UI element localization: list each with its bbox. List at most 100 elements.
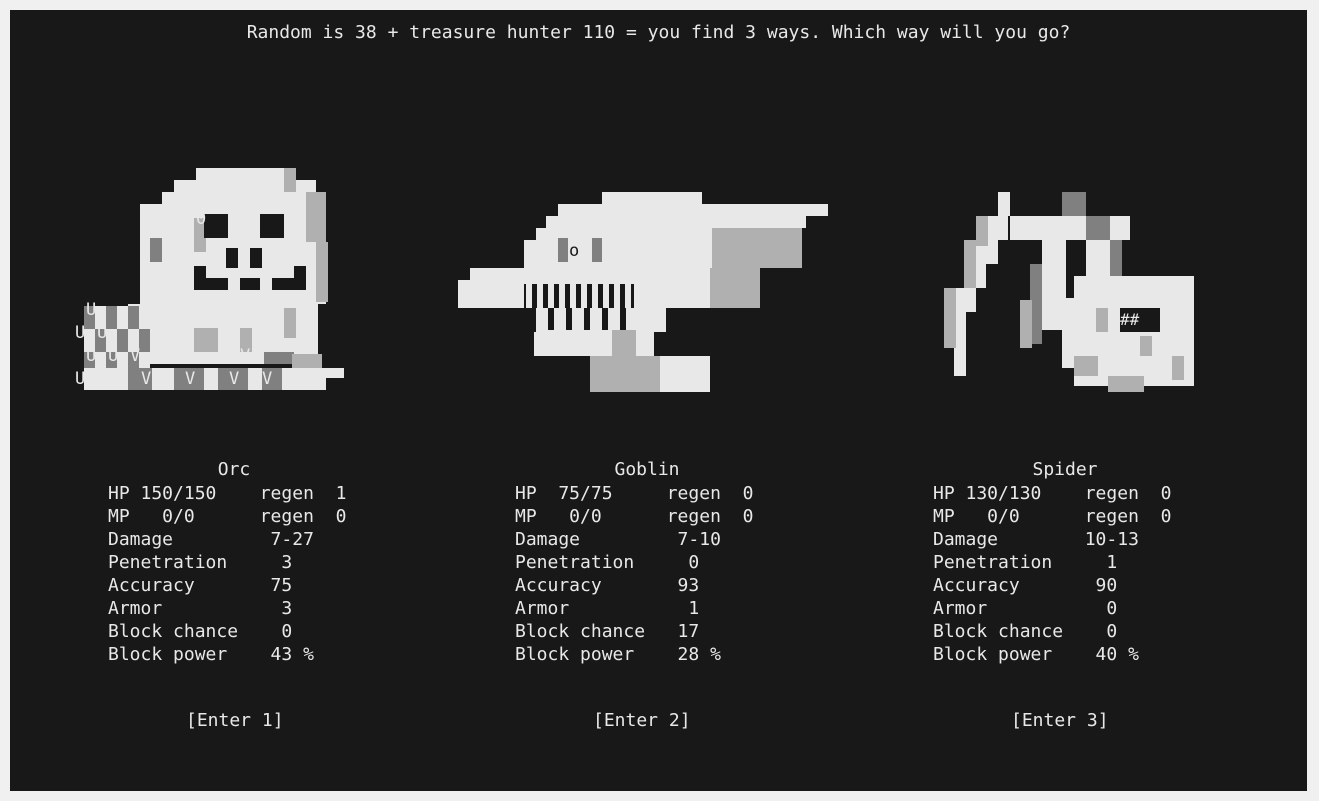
choice-prompt: Random is 38 + treasure hunter 110 = you… [246,22,1071,43]
goblin-tooth [537,284,543,308]
orc-tooth [228,278,240,290]
spider-leg [998,192,1010,216]
stat-block-power: Block power 43 % [108,644,314,665]
goblin-tooth [548,284,554,308]
orc-body-shade [284,308,296,338]
stat-hp: HP 150/150 regen 1 [108,483,347,504]
spider-leg-shade [1020,300,1032,348]
game-screen: Random is 38 + treasure hunter 110 = you… [10,10,1307,791]
orc-feet [84,368,344,390]
goblin-snout [470,268,492,280]
goblin-tooth [581,284,587,308]
orc-mouth [204,278,294,290]
orc-eye [260,214,284,238]
orc-foot-glyph: V [185,369,195,389]
orc-head-shade [150,238,162,262]
goblin-tooth [526,284,532,308]
orc-tooth [260,278,272,290]
orc-nose [250,248,262,268]
orc-mouth [294,266,306,290]
goblin-tooth [625,284,631,308]
goblin-tooth [614,284,620,308]
stat-accuracy: Accuracy 90 [933,575,1118,596]
orc-hand-glyph: V [130,346,140,366]
spider-top-shade [1062,192,1086,216]
orc-hand-glyph: U [108,346,118,366]
orc-head-shade [306,192,326,242]
orc-body-shade [194,328,218,352]
stat-mp: MP 0/0 regen 0 [108,506,347,527]
spider-stats: HP 130/130 regen 0 MP 0/0 regen 0 Damage… [933,482,1197,666]
stat-damage: Damage 7-10 [515,529,721,550]
orc-foot-glyph: V [262,369,272,389]
goblin-body-shade [590,356,660,392]
spider-body-shade [1172,356,1184,380]
goblin-lower-tooth [584,308,590,330]
orc-hand-glyph: U [75,369,85,389]
stat-armor: Armor 0 [933,598,1118,619]
goblin-lower-tooth [602,308,608,330]
stat-block-chance: Block chance 17 [515,621,700,642]
stat-mp: MP 0/0 regen 0 [933,506,1172,527]
orc-hand-glyph: U [75,323,85,343]
goblin-head-pixel [558,204,828,216]
goblin-snout [470,280,482,308]
stat-accuracy: Accuracy 93 [515,575,700,596]
stat-damage: Damage 7-27 [108,529,314,550]
enter-1-option[interactable]: [Enter 1] [186,710,284,731]
orc-foot-glyph: V [229,369,239,389]
spider-leg [954,288,976,312]
spider-top [1010,216,1130,240]
goblin-ear-shade [712,228,802,268]
goblin-lower-tooth [620,308,626,330]
goblin-tooth [559,284,565,308]
spider-body-shade [1096,308,1108,332]
goblin-stats: HP 75/75 regen 0 MP 0/0 regen 0 Damage 7… [515,482,779,666]
orc-foot-glyph: V [141,369,151,389]
stat-penetration: Penetration 1 [933,552,1118,573]
spider-body-shade [1108,376,1144,392]
orc-eye-glyph-left: 0 [196,209,206,229]
goblin-lower-tooth [548,308,554,330]
goblin-eye-glyph: o [569,241,579,261]
orc-eye-glyph-right: 0 [250,209,260,229]
orc-hand-pixel [128,306,139,329]
orc-hand-pixel [106,306,117,329]
stat-block-power: Block power 40 % [933,644,1139,665]
orc-head-shade [316,242,328,302]
spider-panel: Spider HP 130/130 regen 0 MP 0/0 regen 0… [933,458,1197,666]
spider-leg-shade [976,216,988,246]
orc-nose [226,248,238,268]
goblin-panel: Goblin HP 75/75 regen 0 MP 0/0 regen 0 D… [515,458,779,666]
orc-hand-glyph: U [97,323,107,343]
orc-hand-pixel [139,329,150,352]
orc-hand-glyph: U [86,300,96,320]
goblin-snout [458,280,470,308]
goblin-sprite: o [458,192,828,392]
stat-penetration: Penetration 3 [108,552,293,573]
monster-name: Goblin [614,459,680,480]
goblin-body-shade [612,330,636,358]
spider-leg-shade [964,240,976,288]
spider-leg-shade [944,288,956,348]
orc-hand-pixel [117,329,128,352]
goblin-lower-tooth [566,308,572,330]
enter-3-option[interactable]: [Enter 3] [1011,710,1109,731]
orc-stats: HP 150/150 regen 1 MP 0/0 regen 0 Damage… [108,482,360,666]
orc-head-shade [284,168,296,192]
orc-sprite: 0 0 U U U U U V V U V V V V [75,168,344,390]
stat-block-chance: Block chance 0 [108,621,293,642]
spider-sprite: ## [944,192,1194,392]
stat-hp: HP 130/130 regen 0 [933,483,1172,504]
orc-eye [204,214,228,238]
stat-block-power: Block power 28 % [515,644,721,665]
orc-panel: Orc HP 150/150 regen 1 MP 0/0 regen 0 Da… [108,458,360,666]
orc-feet-edge [326,378,344,390]
orc-mouth [194,266,206,290]
spider-leg [986,216,1008,240]
goblin-tooth [592,284,598,308]
monster-name: Orc [217,459,251,480]
orc-hand-pixel [139,306,150,329]
stat-accuracy: Accuracy 75 [108,575,293,596]
enter-2-option[interactable]: [Enter 2] [593,710,691,731]
